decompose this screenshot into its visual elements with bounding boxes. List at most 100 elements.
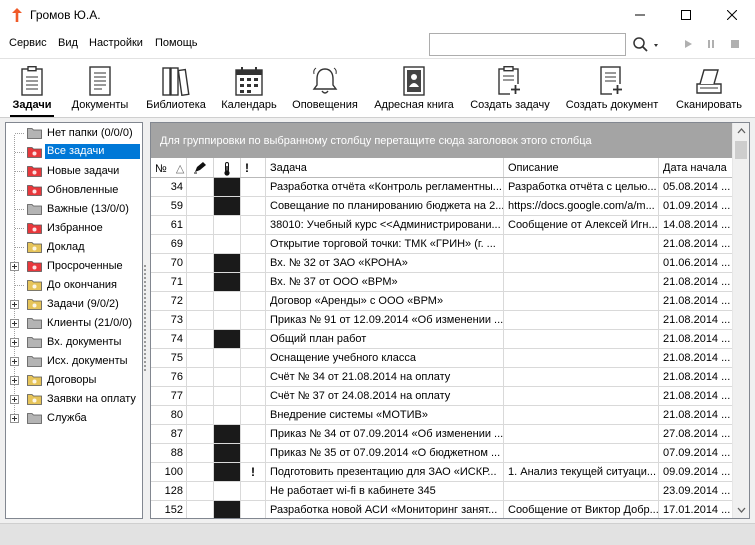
table-row[interactable]: 74 Общий план работ 21.08.2014 ... bbox=[151, 330, 732, 349]
minimize-icon bbox=[635, 14, 645, 16]
toolbar-create-document-button[interactable]: Создать документ bbox=[561, 59, 663, 117]
cell-important bbox=[241, 330, 266, 348]
tree-connector bbox=[15, 190, 24, 191]
table-row[interactable]: 73 Приказ № 91 от 12.09.2014 «Об изменени… bbox=[151, 311, 732, 330]
tree-item-label: Задачи (9/0/2) bbox=[47, 298, 119, 310]
group-by-panel[interactable]: Для группировки по выбранному столбцу пе… bbox=[151, 123, 732, 158]
tree-item[interactable]: Нет папки (0/0/0) bbox=[6, 124, 142, 143]
table-row[interactable]: 87 Приказ № 34 от 07.09.2014 «Об изменени… bbox=[151, 425, 732, 444]
tree-item[interactable]: Важные (13/0/0) bbox=[6, 200, 142, 219]
table-row[interactable]: 72 Договор «Аренды» с ООО «ВРМ» 21.08.2014… bbox=[151, 292, 732, 311]
column-header-number[interactable]: № △ bbox=[151, 158, 187, 177]
toolbar-scan-button[interactable]: Сканировать bbox=[669, 59, 749, 117]
tree-item[interactable]: Избранное bbox=[6, 219, 142, 238]
folder-icon bbox=[27, 337, 42, 348]
column-header-edit[interactable] bbox=[187, 158, 214, 177]
cell-task: Разработка отчёта «Контроль регламентны.… bbox=[266, 178, 504, 196]
cell-edit bbox=[187, 311, 214, 329]
table-row[interactable]: 128 Не работает wi-fi в кабинете 345 23.09… bbox=[151, 482, 732, 501]
tree-item[interactable]: До окончания bbox=[6, 276, 142, 295]
cell-description bbox=[504, 311, 659, 329]
expand-plus-icon[interactable] bbox=[10, 357, 19, 366]
table-row[interactable]: 71 Вх. № 37 от ООО «ВРМ» 21.08.2014 ... bbox=[151, 273, 732, 292]
cell-number: 73 bbox=[151, 311, 187, 329]
table-row[interactable]: 80 Внедрение системы «МОТИВ» 21.08.2014 ..… bbox=[151, 406, 732, 425]
cell-important bbox=[241, 197, 266, 215]
toolbar-documents-button[interactable]: Документы bbox=[66, 59, 134, 117]
tree-item[interactable]: Обновленные bbox=[6, 181, 142, 200]
scroll-up-icon[interactable] bbox=[737, 127, 746, 136]
scroll-down-icon[interactable] bbox=[737, 505, 746, 514]
toolbar-library-button[interactable]: Библиотека bbox=[140, 59, 212, 117]
table-row[interactable]: 77 Счёт № 37 от 24.08.2014 на оплату 21.08… bbox=[151, 387, 732, 406]
folder-icon bbox=[27, 223, 42, 234]
cell-number: 76 bbox=[151, 368, 187, 386]
toolbar-tasks-button[interactable]: Задачи bbox=[4, 59, 60, 117]
menu-view[interactable]: Вид bbox=[58, 37, 78, 49]
table-row[interactable]: 152 Разработка новой АСИ «Мониторинг заня… bbox=[151, 501, 732, 518]
table-row[interactable]: 70 Вх. № 32 от ЗАО «КРОНА» 01.06.2014 ... bbox=[151, 254, 732, 273]
menu-settings[interactable]: Настройки bbox=[89, 37, 143, 49]
cell-start-date: 21.08.2014 ... bbox=[663, 390, 731, 402]
grid-vertical-scrollbar[interactable] bbox=[732, 123, 749, 518]
menu-help[interactable]: Помощь bbox=[155, 37, 198, 49]
tree-item[interactable]: Исх. документы bbox=[6, 352, 142, 371]
table-row[interactable]: 75 Оснащение учебного класса 21.08.2014 ..… bbox=[151, 349, 732, 368]
tree-item[interactable]: Договоры bbox=[6, 371, 142, 390]
tree-item[interactable]: Доклад bbox=[6, 238, 142, 257]
table-row[interactable]: 88 Приказ № 35 от 07.09.2014 «О бюджетном… bbox=[151, 444, 732, 463]
tree-item[interactable]: Все задачи bbox=[6, 143, 142, 162]
column-header-temperature[interactable] bbox=[214, 158, 241, 177]
toolbar-create-task-button[interactable]: Создать задачу bbox=[465, 59, 555, 117]
expand-plus-icon[interactable] bbox=[10, 338, 19, 347]
toolbar-address-book-button[interactable]: Адресная книга bbox=[368, 59, 460, 117]
app-logo-icon bbox=[12, 8, 22, 22]
cell-number: 75 bbox=[151, 349, 187, 367]
column-header-task[interactable]: Задача bbox=[266, 158, 504, 177]
cell-edit bbox=[187, 501, 214, 518]
table-row[interactable]: 61 38010: Учебный курс <<Администрировани… bbox=[151, 216, 732, 235]
column-header-start-date[interactable]: Дата начала bbox=[659, 158, 732, 177]
expand-plus-icon[interactable] bbox=[10, 414, 19, 423]
scanner-icon bbox=[696, 69, 722, 94]
tree-item[interactable]: Служба bbox=[6, 409, 142, 428]
tree-item[interactable]: Новые задачи bbox=[6, 162, 142, 181]
column-header-description[interactable]: Описание bbox=[504, 158, 659, 177]
table-row[interactable]: 69 Открытие торговой точки: ТМК «ГРИН» (г… bbox=[151, 235, 732, 254]
tree-connector bbox=[15, 152, 24, 153]
tree-item[interactable]: Заявки на оплату bbox=[6, 390, 142, 409]
panel-splitter[interactable] bbox=[143, 265, 147, 375]
expand-plus-icon[interactable] bbox=[10, 319, 19, 328]
stop-icon[interactable] bbox=[728, 37, 742, 51]
table-row[interactable]: 100! Подготовить презентацию для ЗАО «ИСК… bbox=[151, 463, 732, 482]
cell-start-date: 14.08.2014 ... bbox=[663, 219, 731, 231]
cell-description bbox=[504, 444, 659, 462]
cell-start-date: 01.06.2014 ... bbox=[663, 257, 731, 269]
toolbar-calendar-button[interactable]: Календарь bbox=[216, 59, 282, 117]
expand-plus-icon[interactable] bbox=[10, 262, 19, 271]
close-button[interactable] bbox=[709, 0, 755, 30]
toolbar-notifications-button[interactable]: Оповещения bbox=[288, 59, 362, 117]
tree-item[interactable]: Задачи (9/0/2) bbox=[6, 295, 142, 314]
expand-plus-icon[interactable] bbox=[10, 395, 19, 404]
table-row[interactable]: 76 Счёт № 34 от 21.08.2014 на оплату 21.08… bbox=[151, 368, 732, 387]
maximize-button[interactable] bbox=[663, 0, 709, 30]
scroll-thumb[interactable] bbox=[735, 141, 747, 159]
pause-icon[interactable] bbox=[704, 37, 718, 51]
play-icon[interactable] bbox=[681, 37, 695, 51]
folder-icon bbox=[27, 318, 42, 329]
menu-service[interactable]: Сервис bbox=[9, 37, 47, 49]
search-input[interactable] bbox=[429, 33, 626, 56]
table-row[interactable]: 34 Разработка отчёта «Контроль регламентн… bbox=[151, 178, 732, 197]
tree-item[interactable]: Вх. документы bbox=[6, 333, 142, 352]
expand-plus-icon[interactable] bbox=[10, 300, 19, 309]
table-row[interactable]: 59 Совещание по планированию бюджета на 2… bbox=[151, 197, 732, 216]
cell-edit bbox=[187, 482, 214, 500]
search-button[interactable] bbox=[632, 36, 664, 54]
column-header-important[interactable]: ! bbox=[241, 158, 266, 177]
minimize-button[interactable] bbox=[617, 0, 663, 30]
cell-task: Договор «Аренды» с ООО «ВРМ» bbox=[266, 292, 504, 310]
tree-item[interactable]: Клиенты (21/0/0) bbox=[6, 314, 142, 333]
tree-item[interactable]: Просроченные bbox=[6, 257, 142, 276]
expand-plus-icon[interactable] bbox=[10, 376, 19, 385]
